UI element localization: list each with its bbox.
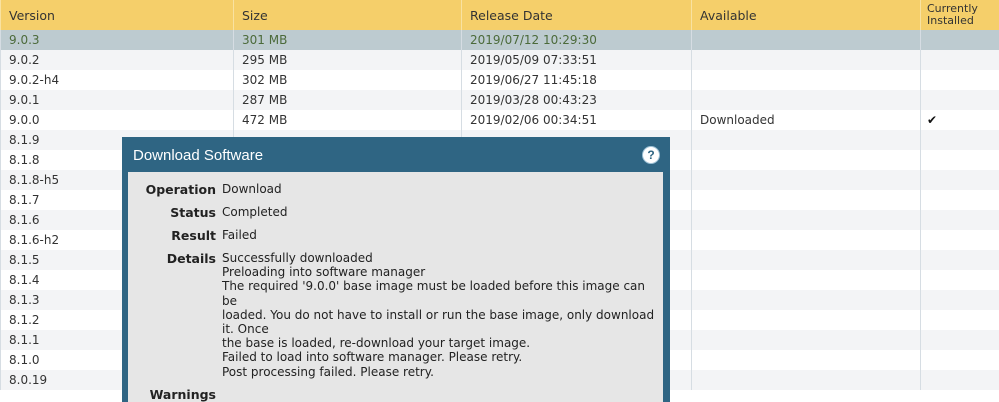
date-cell: 2019/03/28 00:43:23 bbox=[461, 90, 692, 110]
column-header[interactable]: Currently Installed bbox=[920, 0, 999, 30]
installed-check-icon bbox=[920, 150, 999, 170]
table-row[interactable]: 9.0.2-h4 302 MB 2019/06/27 11:45:18 bbox=[0, 70, 999, 90]
available-cell bbox=[691, 170, 921, 190]
dialog-title: Download Software bbox=[133, 146, 264, 164]
size-cell: 287 MB bbox=[233, 90, 462, 110]
installed-check-icon bbox=[920, 330, 999, 350]
installed-check-icon bbox=[920, 230, 999, 250]
available-cell bbox=[691, 270, 921, 290]
date-cell: 2019/06/27 11:45:18 bbox=[461, 70, 692, 90]
version-cell: 9.0.2-h4 bbox=[0, 70, 234, 90]
available-cell bbox=[691, 310, 921, 330]
size-cell: 302 MB bbox=[233, 70, 462, 90]
table-row[interactable]: 9.0.3 301 MB 2019/07/12 10:29:30 bbox=[0, 30, 999, 50]
installed-check-icon bbox=[920, 250, 999, 270]
available-cell bbox=[691, 250, 921, 270]
available-cell bbox=[691, 150, 921, 170]
installed-check-icon bbox=[920, 170, 999, 190]
details-line: Successfully downloaded bbox=[222, 251, 373, 265]
size-cell: 472 MB bbox=[233, 110, 462, 130]
available-cell bbox=[691, 350, 921, 370]
operation-label: Operation bbox=[145, 182, 216, 197]
date-cell: 2019/02/06 00:34:51 bbox=[461, 110, 692, 130]
details-label: Details bbox=[166, 251, 216, 266]
version-cell: 9.0.0 bbox=[0, 110, 234, 130]
dialog-body: Operation Download Status Completed Result… bbox=[128, 172, 663, 402]
column-header[interactable]: Size bbox=[233, 0, 462, 30]
installed-check-icon bbox=[920, 190, 999, 210]
available-cell bbox=[691, 50, 921, 70]
installed-check-icon bbox=[920, 370, 999, 390]
date-cell: 2019/07/12 10:29:30 bbox=[461, 30, 692, 50]
available-cell bbox=[691, 90, 921, 110]
available-cell bbox=[691, 210, 921, 230]
available-cell bbox=[691, 230, 921, 250]
installed-check-icon bbox=[920, 210, 999, 230]
size-cell: 295 MB bbox=[233, 50, 462, 70]
table-row[interactable]: 9.0.0 472 MB 2019/02/06 00:34:51 Downloaded… bbox=[0, 110, 999, 130]
details-line: Post processing failed. Please retry. bbox=[222, 364, 434, 379]
version-cell: 9.0.1 bbox=[0, 90, 234, 110]
available-cell bbox=[691, 190, 921, 210]
details-line: the base is loaded, re-download your tar… bbox=[222, 336, 531, 351]
installed-check-icon: ✔ bbox=[920, 110, 999, 130]
column-header[interactable]: Release Date bbox=[461, 0, 692, 30]
installed-check-icon bbox=[920, 70, 999, 90]
column-header[interactable]: Version bbox=[0, 0, 234, 30]
result-value: Failed bbox=[222, 228, 257, 242]
help-icon[interactable]: ? bbox=[642, 146, 660, 164]
version-cell: 9.0.3 bbox=[0, 30, 234, 50]
dialog-header: Download Software ? bbox=[122, 137, 670, 173]
installed-check-icon bbox=[920, 30, 999, 50]
table-row[interactable]: 9.0.2 295 MB 2019/05/09 07:33:51 bbox=[0, 50, 999, 70]
table-row[interactable]: 9.0.1 287 MB 2019/03/28 00:43:23 bbox=[0, 90, 999, 110]
available-cell bbox=[691, 70, 921, 90]
result-label: Result bbox=[171, 228, 216, 243]
available-cell bbox=[691, 330, 921, 350]
status-value: Completed bbox=[222, 205, 288, 219]
details-value: Successfully downloaded Preloading into … bbox=[222, 251, 663, 379]
details-line: The required '9.0.0' base image must be … bbox=[222, 279, 646, 308]
available-cell bbox=[691, 370, 921, 390]
date-cell: 2019/05/09 07:33:51 bbox=[461, 50, 692, 70]
available-cell: Downloaded bbox=[691, 110, 921, 130]
column-header[interactable]: Available bbox=[691, 0, 921, 30]
details-line: loaded. You do not have to install or ru… bbox=[222, 307, 655, 337]
status-label: Status bbox=[170, 205, 216, 220]
available-cell bbox=[691, 30, 921, 50]
version-cell: 9.0.2 bbox=[0, 50, 234, 70]
installed-check-icon bbox=[920, 130, 999, 150]
available-cell bbox=[691, 290, 921, 310]
size-cell: 301 MB bbox=[233, 30, 462, 50]
installed-check-icon bbox=[920, 350, 999, 370]
details-line: Failed to load into software manager. Pl… bbox=[222, 350, 523, 365]
details-line: Preloading into software manager bbox=[222, 265, 426, 280]
installed-check-icon bbox=[920, 290, 999, 310]
installed-check-icon bbox=[920, 270, 999, 290]
installed-check-icon bbox=[920, 50, 999, 70]
installed-check-icon bbox=[920, 90, 999, 110]
warnings-label: Warnings bbox=[149, 386, 216, 402]
installed-check-icon bbox=[920, 310, 999, 330]
download-software-dialog: Download Software ? Operation Download St… bbox=[122, 137, 670, 402]
operation-value: Download bbox=[222, 182, 282, 196]
available-cell bbox=[691, 130, 921, 150]
